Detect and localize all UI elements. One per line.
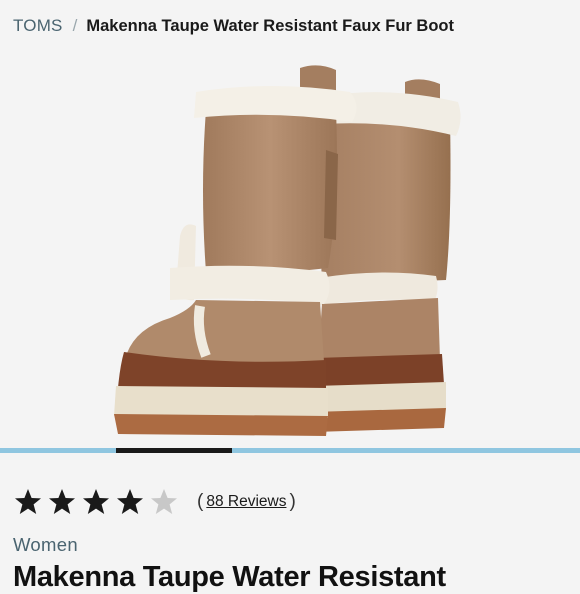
star-filled-icon xyxy=(47,487,77,517)
breadcrumb-brand-link[interactable]: TOMS xyxy=(13,16,63,36)
reviews: ( 88 Reviews ) xyxy=(197,491,296,513)
product-image-gallery[interactable] xyxy=(0,48,580,446)
boot-product-image xyxy=(114,65,461,436)
reviews-close-paren: ) xyxy=(289,491,296,512)
reviews-open-paren: ( xyxy=(197,491,204,512)
star-filled-icon xyxy=(81,487,111,517)
star-empty-icon xyxy=(149,487,179,517)
gallery-progress-indicator xyxy=(116,448,232,453)
product-category[interactable]: Women xyxy=(13,534,78,556)
product-title: Makenna Taupe Water Resistant xyxy=(13,561,446,593)
rating-row: ( 88 Reviews ) xyxy=(13,485,296,519)
star-rating xyxy=(13,487,183,517)
breadcrumb-separator: / xyxy=(72,16,78,35)
reviews-link[interactable]: 88 Reviews xyxy=(206,493,286,511)
breadcrumb: TOMS / Makenna Taupe Water Resistant Fau… xyxy=(13,14,454,38)
star-filled-icon xyxy=(115,487,145,517)
gallery-progress-bar xyxy=(0,448,580,453)
front-boot xyxy=(114,65,357,436)
breadcrumb-current: Makenna Taupe Water Resistant Faux Fur B… xyxy=(86,16,454,35)
star-filled-icon xyxy=(13,487,43,517)
